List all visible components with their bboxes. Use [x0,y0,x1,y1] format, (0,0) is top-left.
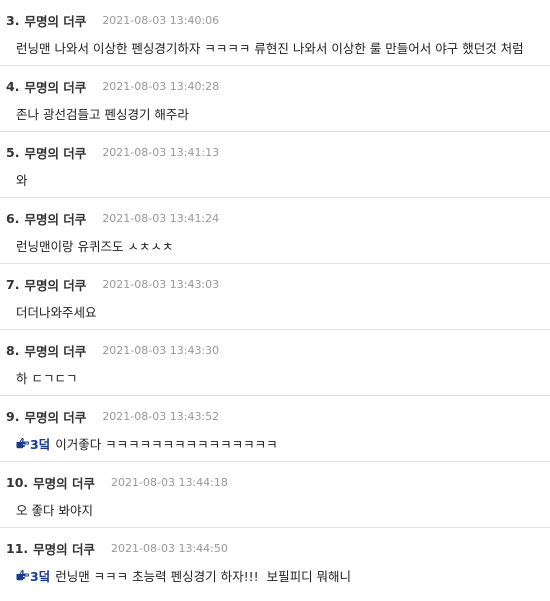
comment-number[interactable]: 4. [6,79,19,94]
comment-text: 더더나와주세요 [16,304,97,320]
comment-body: 오 좋다 봐야지 [16,499,546,519]
comment-item: 7. 무명의 더쿠 2021-08-03 13:43:03 더더나와주세요 [0,264,550,330]
comment-number[interactable]: 10. [6,475,28,490]
comment-body: 런닝맨이랑 유퀴즈도 ㅅㅊㅅㅊ [16,235,546,255]
reply-reference-link[interactable]: 3덬 [16,434,50,453]
comment-body: 3덬 이거좋다 ㅋㅋㅋㅋㅋㅋㅋㅋㅋㅋㅋㅋㅋㅋㅋ [16,433,546,453]
comment-item: 5. 무명의 더쿠 2021-08-03 13:41:13 와 [0,132,550,198]
comment-date: 2021-08-03 13:41:13 [102,145,220,159]
comment-text: 하 ㄷㄱㄷㄱ [16,370,78,386]
comment-item: 11. 무명의 더쿠 2021-08-03 13:44:50 3덬 런닝맨 ㅋㅋ… [0,528,550,594]
comment-author: 무명의 더쿠 [33,475,96,491]
comment-author: 무명의 더쿠 [24,409,87,425]
comment-date: 2021-08-03 13:44:50 [111,541,228,555]
comment-text: 런닝맨이랑 유퀴즈도 ㅅㅊㅅㅊ [16,238,174,254]
comment-text: 존나 광선검들고 펜싱경기 해주라 [16,106,189,122]
comment-author: 무명의 더쿠 [24,211,87,227]
comment-author: 무명의 더쿠 [24,277,87,293]
comment-meta: 10. 무명의 더쿠 2021-08-03 13:44:18 [6,473,228,491]
comment-item: 9. 무명의 더쿠 2021-08-03 13:43:52 3덬 이거좋다 ㅋㅋ… [0,396,550,462]
comment-author: 무명의 더쿠 [24,145,87,161]
comment-body: 더더나와주세요 [16,301,546,321]
comment-item: 4. 무명의 더쿠 2021-08-03 13:40:28 존나 광선검들고 펜… [0,66,550,132]
comment-date: 2021-08-03 13:40:28 [102,79,220,93]
reply-reference-link[interactable]: 3덬 [16,566,50,585]
comment-body: 런닝맨 나와서 이상한 펜싱경기하자 ㅋㅋㅋㅋ 류현진 나와서 이상한 룰 만들… [16,37,546,57]
comment-body: 와 [16,169,546,189]
comment-meta: 3. 무명의 더쿠 2021-08-03 13:40:06 [6,11,219,29]
comment-meta: 7. 무명의 더쿠 2021-08-03 13:43:03 [6,275,219,293]
comment-author: 무명의 더쿠 [24,79,87,95]
comment-date: 2021-08-03 13:44:18 [111,475,228,489]
comment-item: 10. 무명의 더쿠 2021-08-03 13:44:18 오 좋다 봐야지 [0,462,550,528]
comment-meta: 4. 무명의 더쿠 2021-08-03 13:40:28 [6,77,219,95]
comment-body: 하 ㄷㄱㄷㄱ [16,367,546,387]
comment-number[interactable]: 9. [6,409,19,424]
comment-item: 8. 무명의 더쿠 2021-08-03 13:43:30 하 ㄷㄱㄷㄱ [0,330,550,396]
comment-date: 2021-08-03 13:43:30 [102,343,220,357]
comment-number[interactable]: 3. [6,13,19,28]
comment-date: 2021-08-03 13:40:06 [102,13,220,27]
comment-number[interactable]: 11. [6,541,28,556]
comment-date: 2021-08-03 13:43:03 [102,277,220,291]
comment-meta: 9. 무명의 더쿠 2021-08-03 13:43:52 [6,407,219,425]
comment-item: 3. 무명의 더쿠 2021-08-03 13:40:06 런닝맨 나와서 이상… [0,0,550,66]
comment-list: 3. 무명의 더쿠 2021-08-03 13:40:06 런닝맨 나와서 이상… [0,0,550,594]
pointing-hand-icon [16,569,29,580]
comment-meta: 8. 무명의 더쿠 2021-08-03 13:43:30 [6,341,219,359]
comment-date: 2021-08-03 13:41:24 [102,211,220,225]
reply-reference-label: 3덬 [30,568,51,584]
comment-text: 오 좋다 봐야지 [16,502,93,518]
comment-body: 존나 광선검들고 펜싱경기 해주라 [16,103,546,123]
comment-number[interactable]: 6. [6,211,19,226]
comment-text: 런닝맨 나와서 이상한 펜싱경기하자 ㅋㅋㅋㅋ 류현진 나와서 이상한 룰 만들… [16,40,524,56]
comment-number[interactable]: 5. [6,145,19,160]
comment-author: 무명의 더쿠 [24,343,87,359]
pointing-hand-icon [16,437,29,448]
comment-number[interactable]: 7. [6,277,19,292]
comment-text: 와 [16,172,28,188]
reply-reference-label: 3덬 [30,436,51,452]
comment-item: 6. 무명의 더쿠 2021-08-03 13:41:24 런닝맨이랑 유퀴즈도… [0,198,550,264]
comment-meta: 11. 무명의 더쿠 2021-08-03 13:44:50 [6,539,228,557]
comment-text: 이거좋다 ㅋㅋㅋㅋㅋㅋㅋㅋㅋㅋㅋㅋㅋㅋㅋ [55,436,278,452]
comment-text: 런닝맨 ㅋㅋㅋ 초능력 펜싱경기 하자!!! 보필피디 뭐해니 [55,568,352,584]
comment-meta: 6. 무명의 더쿠 2021-08-03 13:41:24 [6,209,219,227]
comment-meta: 5. 무명의 더쿠 2021-08-03 13:41:13 [6,143,219,161]
comment-author: 무명의 더쿠 [24,13,87,29]
comment-author: 무명의 더쿠 [33,541,96,557]
comment-date: 2021-08-03 13:43:52 [102,409,220,423]
comment-number[interactable]: 8. [6,343,19,358]
comment-body: 3덬 런닝맨 ㅋㅋㅋ 초능력 펜싱경기 하자!!! 보필피디 뭐해니 [16,565,546,585]
